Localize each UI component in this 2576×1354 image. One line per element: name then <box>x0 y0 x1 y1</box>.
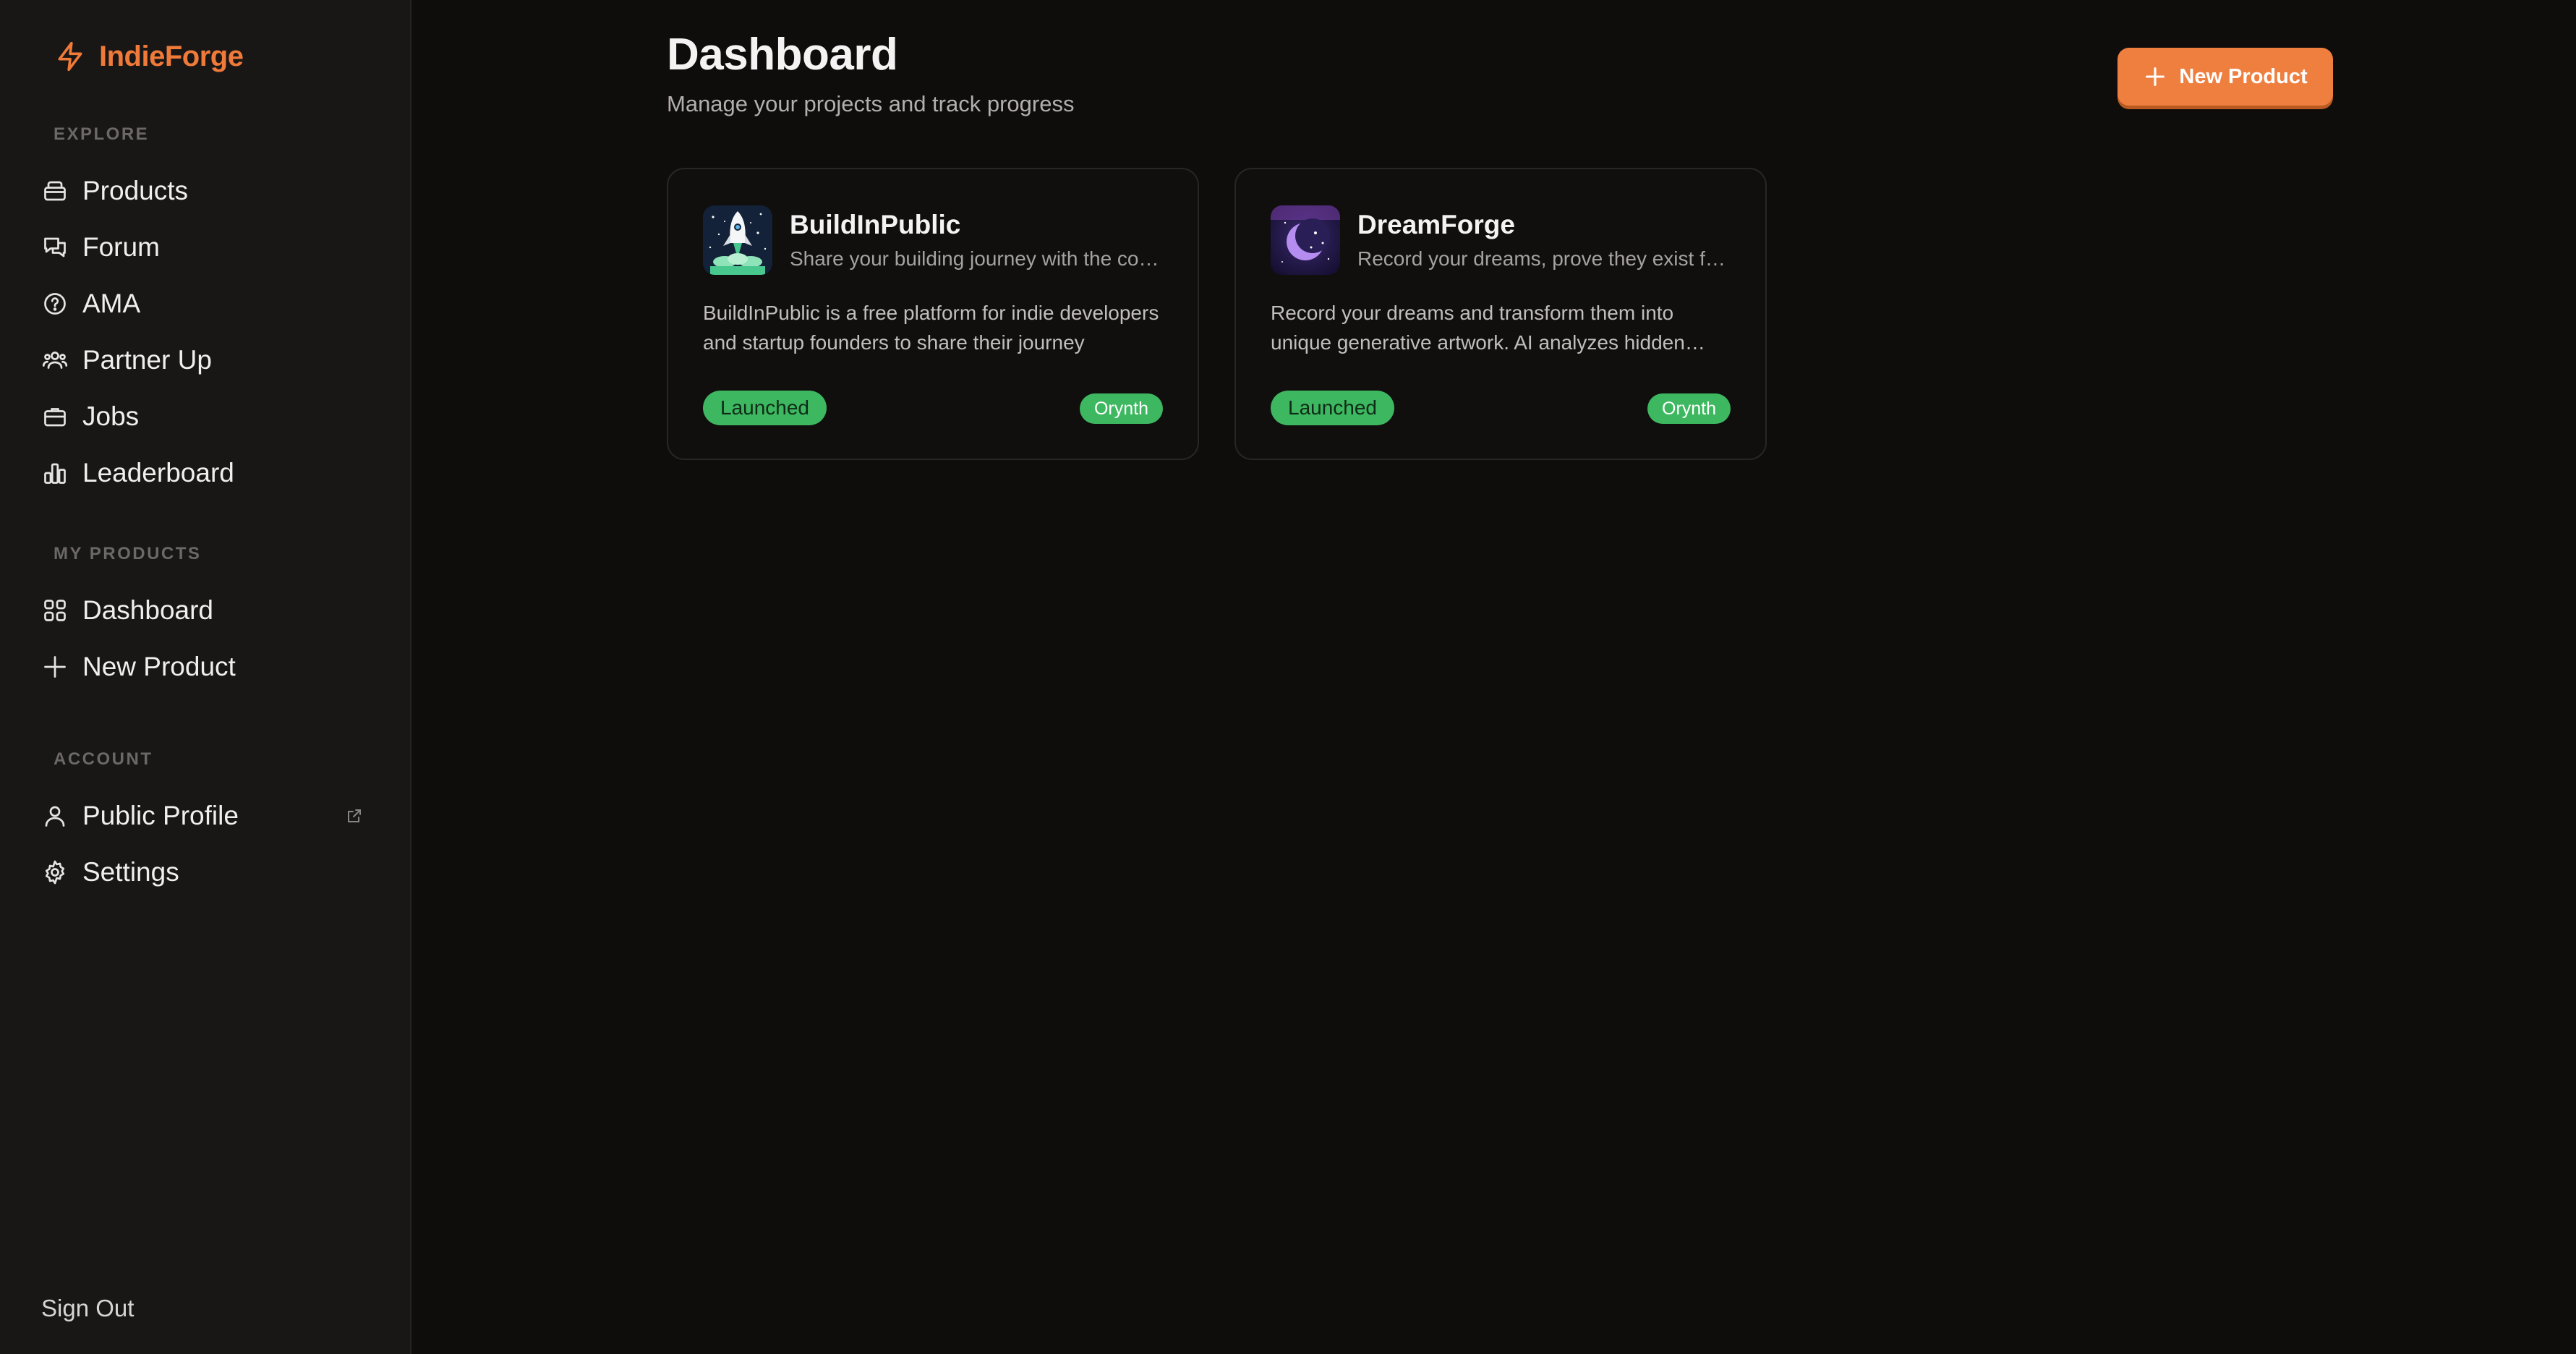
sidebar-item-label: Partner Up <box>82 345 212 375</box>
product-name: BuildInPublic <box>790 210 961 239</box>
sidebar-item-jobs[interactable]: Jobs <box>29 393 376 440</box>
section-label-account: ACCOUNT <box>54 749 153 769</box>
product-description: Record your dreams and transform them in… <box>1271 302 1685 354</box>
product-description: BuildInPublic is a free platform for ind… <box>703 302 1159 354</box>
org-badge: Orynth <box>1647 393 1731 424</box>
status-badge: Launched <box>1271 391 1395 425</box>
external-link-icon <box>348 809 361 822</box>
briefcase-icon <box>42 404 68 430</box>
product-card-buildinpublic[interactable]: BuildInPublic Share your building journe… <box>667 168 1199 460</box>
status-badge: Launched <box>703 391 827 425</box>
page-subtitle: Manage your projects and track progress <box>667 91 1075 116</box>
rocket-logo-icon <box>703 205 772 275</box>
bar-chart-icon <box>42 460 68 486</box>
sign-out-link[interactable]: Sign Out <box>41 1295 134 1322</box>
sidebar-item-dashboard[interactable]: Dashboard <box>29 587 376 634</box>
product-tagline: Share your building journey with the com… <box>790 247 1166 270</box>
sidebar-item-label: AMA <box>82 289 141 318</box>
sidebar-item-label: Public Profile <box>82 801 239 830</box>
moon-logo-icon <box>1271 205 1340 275</box>
plus-icon <box>2146 67 2165 86</box>
question-circle-icon <box>42 291 68 317</box>
chat-bubbles-icon <box>42 234 68 260</box>
new-product-button-label: New Product <box>2179 64 2308 88</box>
user-icon <box>42 803 68 829</box>
sidebar-item-label: Forum <box>82 232 160 262</box>
sidebar: IndieForge EXPLORE Products Forum AMA Pa… <box>0 0 411 1354</box>
sidebar-item-settings[interactable]: Settings <box>29 849 376 895</box>
product-card-dreamforge[interactable]: DreamForge Record your dreams, prove the… <box>1234 168 1767 460</box>
sidebar-item-forum[interactable]: Forum <box>29 224 376 271</box>
sidebar-item-partner-up[interactable]: Partner Up <box>29 337 376 383</box>
gear-icon <box>42 859 68 885</box>
sidebar-item-label: New Product <box>82 652 236 681</box>
product-name: DreamForge <box>1357 210 1515 239</box>
section-label-explore: EXPLORE <box>54 124 150 144</box>
new-product-button[interactable]: New Product <box>2117 48 2333 106</box>
package-icon <box>42 178 68 204</box>
sidebar-item-new-product[interactable]: New Product <box>29 644 376 690</box>
grid-icon <box>42 597 68 623</box>
sidebar-item-label: Products <box>82 176 189 205</box>
sidebar-item-products[interactable]: Products <box>29 168 376 214</box>
sidebar-item-public-profile[interactable]: Public Profile <box>29 793 376 839</box>
users-icon <box>42 347 68 373</box>
lightning-icon <box>58 41 82 72</box>
sidebar-item-label: Leaderboard <box>82 458 234 487</box>
sidebar-item-ama[interactable]: AMA <box>29 281 376 327</box>
brand-name: IndieForge <box>99 40 244 72</box>
page-title: Dashboard <box>667 30 898 80</box>
plus-icon <box>42 654 68 680</box>
org-badge: Orynth <box>1079 393 1163 424</box>
section-label-my-products: MY PRODUCTS <box>54 544 202 563</box>
sidebar-item-label: Settings <box>82 857 179 887</box>
product-tagline: Record your dreams, prove they exist for… <box>1357 247 1733 270</box>
brand[interactable]: IndieForge <box>54 36 244 77</box>
sidebar-item-label: Dashboard <box>82 595 214 625</box>
sidebar-item-label: Jobs <box>82 401 140 431</box>
sidebar-item-leaderboard[interactable]: Leaderboard <box>29 450 376 496</box>
